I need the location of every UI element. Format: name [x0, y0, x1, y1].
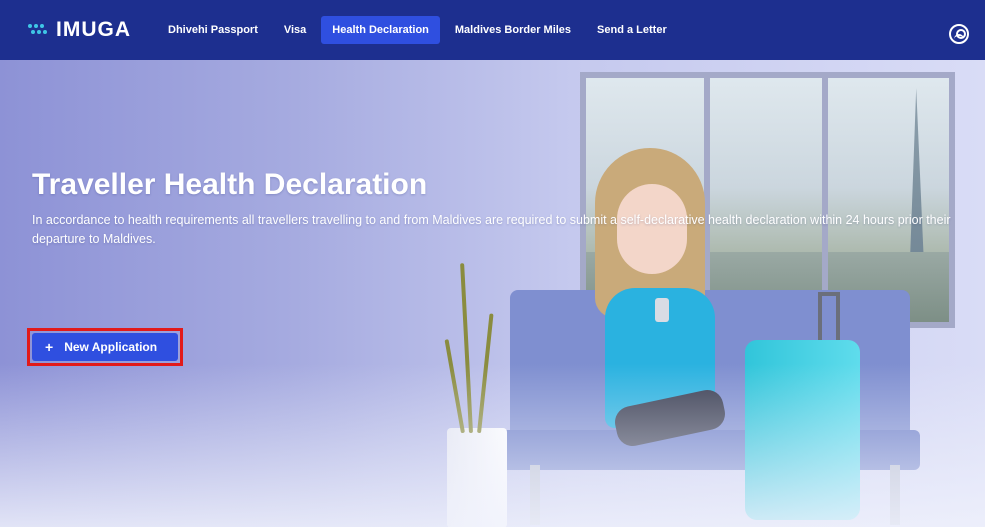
nav-item-send-a-letter[interactable]: Send a Letter: [586, 16, 678, 44]
hero-banner: [0, 60, 985, 527]
brand-logo[interactable]: IMUGA: [28, 18, 131, 42]
new-application-label: New Application: [64, 340, 158, 354]
new-application-button[interactable]: + New Application: [32, 333, 178, 361]
top-navbar: IMUGA Dhivehi Passport Visa Health Decla…: [0, 0, 985, 60]
user-circle-icon[interactable]: [949, 24, 969, 44]
nav-item-health-declaration[interactable]: Health Declaration: [321, 16, 440, 44]
nav-item-visa[interactable]: Visa: [273, 16, 317, 44]
brand-name: IMUGA: [56, 18, 131, 41]
nav-links: Dhivehi Passport Visa Health Declaration…: [157, 16, 678, 44]
plus-icon: +: [45, 339, 54, 355]
brand-dots-icon: [28, 22, 50, 38]
hero-content: Traveller Health Declaration In accordan…: [32, 165, 972, 249]
hero-description: In accordance to health requirements all…: [32, 213, 951, 246]
page: IMUGA Dhivehi Passport Visa Health Decla…: [0, 0, 985, 527]
nav-item-dhivehi-passport[interactable]: Dhivehi Passport: [157, 16, 269, 44]
page-title: Traveller Health Declaration: [32, 168, 428, 201]
nav-item-maldives-border-miles[interactable]: Maldives Border Miles: [444, 16, 582, 44]
